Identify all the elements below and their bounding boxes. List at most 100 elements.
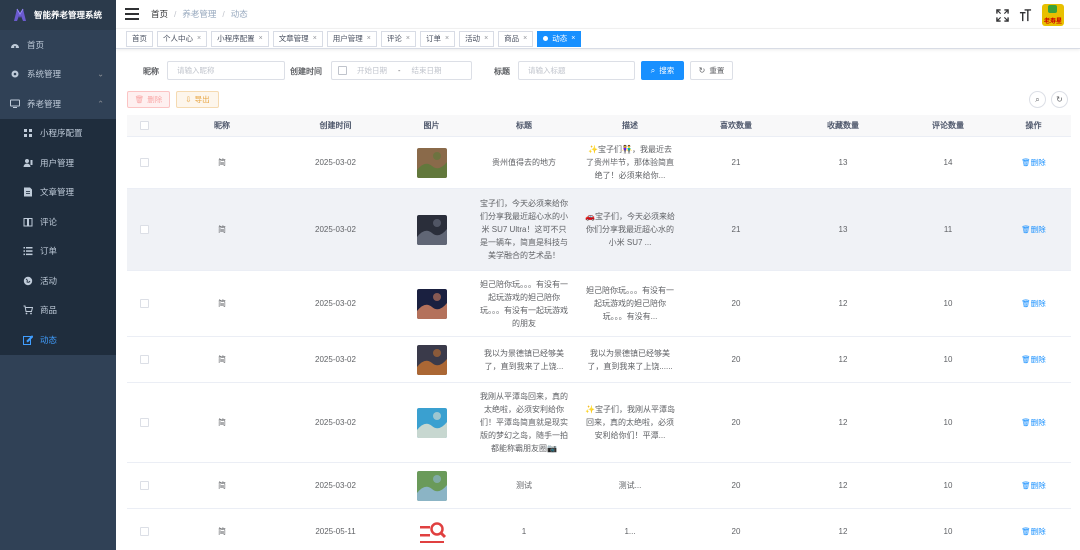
- submenu-item-4[interactable]: 订单: [0, 237, 116, 267]
- tag-label: 小程序配置: [217, 34, 255, 43]
- tag-7[interactable]: 活动 ×: [459, 30, 495, 47]
- navbar-right: 老寿星: [996, 4, 1064, 26]
- cell-favorites: 12: [838, 526, 848, 536]
- nickname-input[interactable]: 请输入昵称: [167, 61, 285, 80]
- table-row[interactable]: 简 2025-03-02 宝子们，今天必须来给你们分享我最近超心水的小米 SU7…: [127, 189, 1071, 271]
- close-icon[interactable]: ×: [367, 35, 371, 42]
- close-icon[interactable]: ×: [259, 35, 263, 42]
- row-checkbox[interactable]: [140, 158, 149, 167]
- avatar-text: 老寿星: [1043, 19, 1062, 25]
- row-delete-button[interactable]: 🗑删除: [1021, 156, 1046, 169]
- start-date-input[interactable]: 开始日期: [357, 62, 387, 79]
- tag-2[interactable]: 小程序配置 ×: [211, 30, 269, 47]
- row-delete-button[interactable]: 🗑删除: [1021, 297, 1046, 310]
- logo-icon: [14, 8, 26, 21]
- row-image[interactable]: [416, 214, 447, 245]
- row-delete-button[interactable]: 🗑删除: [1021, 525, 1046, 538]
- fullscreen-icon[interactable]: [996, 8, 1009, 22]
- row-image[interactable]: [416, 147, 447, 178]
- sidebar-item-1[interactable]: 系统管理 ⌄: [0, 60, 116, 90]
- cell-favorites: 13: [838, 225, 848, 234]
- row-delete-button[interactable]: 🗑删除: [1021, 479, 1046, 492]
- row-delete-button[interactable]: 🗑删除: [1021, 416, 1046, 429]
- row-checkbox[interactable]: [140, 225, 149, 234]
- font-size-icon[interactable]: [1019, 8, 1032, 22]
- row-checkbox[interactable]: [140, 526, 149, 536]
- table-row[interactable]: 简 2025-03-02 我刚从平潭岛回来，真的太绝啦，必须安利给你们！平潭岛简…: [127, 383, 1071, 463]
- date-range-picker[interactable]: 开始日期 - 结束日期: [331, 61, 472, 80]
- submenu-item-7[interactable]: 动态: [0, 325, 116, 355]
- cell-favorites: 12: [838, 418, 848, 427]
- close-icon[interactable]: ×: [445, 35, 449, 42]
- nickname-label: 昵称: [143, 67, 159, 76]
- submenu-item-1[interactable]: 用户管理: [0, 148, 116, 178]
- hamburger-icon[interactable]: [125, 8, 139, 20]
- row-select-cell: [127, 225, 162, 234]
- tag-6[interactable]: 订单 ×: [419, 30, 456, 47]
- cell-comments: 10: [943, 355, 953, 364]
- tag-1[interactable]: 个人中心 ×: [157, 30, 208, 47]
- delete-button[interactable]: 🗑 删除: [127, 91, 170, 108]
- reset-button[interactable]: ↻ 重置: [690, 61, 733, 80]
- tag-5[interactable]: 评论 ×: [380, 30, 416, 47]
- tag-8[interactable]: 商品 ×: [498, 30, 534, 47]
- row-checkbox[interactable]: [140, 481, 149, 490]
- sidebar-item-label: 首页: [27, 39, 45, 50]
- avatar[interactable]: 老寿星: [1042, 4, 1064, 26]
- row-delete-label: 删除: [1030, 418, 1046, 427]
- cell-image: [389, 147, 474, 178]
- table-row[interactable]: 简 2025-03-02 我以为景德镇已经够美了，直到我来了上饶... 我以为景…: [127, 337, 1071, 383]
- toggle-search-button[interactable]: ⌕: [1029, 91, 1046, 108]
- table-row[interactable]: 简 2025-05-11 1 1... 20 12 10 🗑删除: [127, 509, 1071, 550]
- app-logo[interactable]: 智能养老管理系统: [0, 0, 116, 30]
- tag-9[interactable]: 动态 ×: [537, 30, 582, 47]
- row-image[interactable]: [416, 288, 447, 319]
- submenu-item-0[interactable]: 小程序配置: [0, 119, 116, 149]
- sidebar-item-2[interactable]: 养老管理 ⌃: [0, 89, 116, 119]
- close-icon[interactable]: ×: [406, 35, 410, 42]
- header-favorites: 收藏数量: [827, 121, 859, 130]
- submenu-item-5[interactable]: 活动: [0, 266, 116, 296]
- export-button[interactable]: ⇩ 导出: [176, 91, 219, 108]
- row-delete-button[interactable]: 🗑删除: [1021, 353, 1046, 366]
- close-icon[interactable]: ×: [484, 35, 488, 42]
- row-checkbox[interactable]: [140, 418, 149, 427]
- close-icon[interactable]: ×: [313, 35, 317, 42]
- title-input[interactable]: 请输入标题: [518, 61, 635, 80]
- cell-likes: 21: [731, 225, 741, 234]
- close-icon[interactable]: ×: [523, 35, 527, 42]
- row-checkbox[interactable]: [140, 299, 149, 308]
- row-image[interactable]: [416, 407, 447, 438]
- gear-icon: [9, 68, 21, 80]
- submenu-item-6[interactable]: 商品: [0, 296, 116, 326]
- tag-0[interactable]: 首页: [126, 30, 153, 47]
- tag-4[interactable]: 用户管理 ×: [326, 30, 377, 47]
- cell-created-time: 2025-03-02: [315, 299, 356, 308]
- submenu-item-2[interactable]: 文章管理: [0, 178, 116, 208]
- close-icon[interactable]: ×: [197, 35, 201, 42]
- cell-comments: 10: [943, 299, 953, 308]
- row-image[interactable]: [416, 470, 447, 501]
- cell-description-wrap: ✨宝子们👫，我最近去了贵州毕节，那体验简直绝了！必须来给你...: [574, 143, 686, 182]
- cell-likes: 21: [731, 158, 741, 167]
- row-image[interactable]: [416, 344, 447, 375]
- header-image: 图片: [423, 121, 440, 130]
- breadcrumb-home[interactable]: 首页: [151, 8, 168, 20]
- submenu-item-3[interactable]: 评论: [0, 207, 116, 237]
- refresh-table-button[interactable]: ↻: [1051, 91, 1068, 108]
- tag-3[interactable]: 文章管理 ×: [272, 30, 323, 47]
- sidebar-item-0[interactable]: 首页: [0, 30, 116, 60]
- table-row[interactable]: 简 2025-03-02 贵州值得去的地方 ✨宝子们👫，我最近去了贵州毕节，那体…: [127, 137, 1071, 189]
- table-row[interactable]: 简 2025-03-02 测试 测试... 20 12 10 🗑删除: [127, 463, 1071, 509]
- row-image[interactable]: [416, 516, 447, 546]
- close-icon[interactable]: ×: [571, 35, 575, 42]
- search-button[interactable]: ⌕ 搜索: [641, 61, 684, 80]
- row-delete-button[interactable]: 🗑删除: [1021, 223, 1046, 236]
- end-date-input[interactable]: 结束日期: [412, 62, 442, 79]
- cell-created-time: 2025-05-11: [315, 526, 356, 536]
- row-checkbox[interactable]: [140, 355, 149, 364]
- table-row[interactable]: 简 2025-03-02 妲己陪你玩。。。有没有一起玩游戏的妲己陪你玩。。。有没…: [127, 271, 1071, 337]
- cell-comments: 10: [943, 418, 953, 427]
- select-all-checkbox[interactable]: [140, 121, 149, 130]
- cell-operation: 🗑删除: [996, 525, 1071, 538]
